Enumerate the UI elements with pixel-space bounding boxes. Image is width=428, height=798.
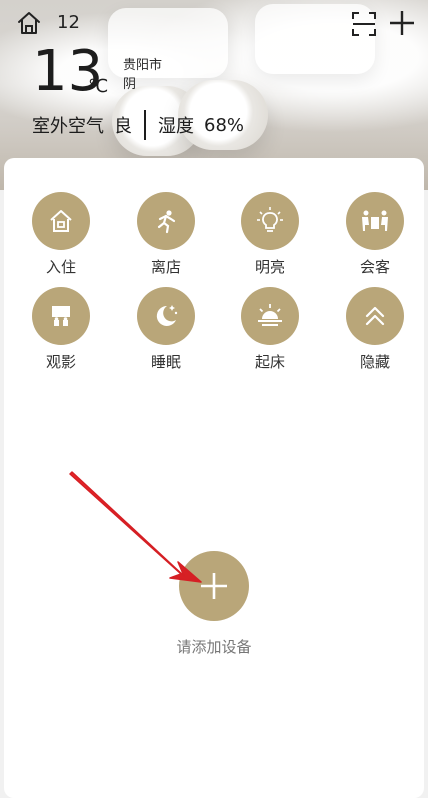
meeting-icon bbox=[362, 210, 388, 231]
cinema-icon bbox=[52, 306, 70, 326]
lightbulb-icon bbox=[257, 207, 283, 232]
chevron-up-double-icon bbox=[365, 306, 385, 326]
add-device-label: 请添加设备 bbox=[176, 638, 252, 656]
scene-label: 明亮 bbox=[254, 258, 285, 276]
moon-stars-icon bbox=[156, 305, 178, 326]
air-label: 室外空气 bbox=[32, 116, 104, 137]
divider bbox=[144, 110, 146, 140]
scene-sleep[interactable]: 睡眠 bbox=[126, 287, 206, 372]
temperature-unit: ℃ bbox=[88, 76, 109, 97]
scan-icon bbox=[352, 12, 376, 36]
scene-label: 入住 bbox=[45, 258, 76, 276]
home-button[interactable] bbox=[16, 10, 42, 36]
weather-condition: 阴 bbox=[123, 77, 137, 92]
scene-wakeup[interactable]: 起床 bbox=[230, 287, 310, 372]
home-icon bbox=[18, 12, 40, 34]
scene-meeting[interactable]: 会客 bbox=[335, 192, 415, 277]
add-button[interactable] bbox=[387, 8, 417, 38]
plus-icon bbox=[390, 11, 414, 35]
air-info-row: 室外空气 良 湿度 68% bbox=[32, 110, 244, 140]
humidity-value: 68% bbox=[204, 114, 245, 136]
air-quality-value: 良 bbox=[114, 116, 132, 137]
scene-label: 睡眠 bbox=[150, 353, 181, 371]
humidity-label: 湿度 bbox=[158, 116, 194, 137]
scene-label: 会客 bbox=[359, 258, 390, 276]
home-icon bbox=[50, 210, 72, 232]
scene-label: 起床 bbox=[254, 353, 285, 371]
city-name: 贵阳市 bbox=[123, 58, 163, 73]
scene-hide[interactable]: 隐藏 bbox=[335, 287, 415, 372]
scene-card: 入住 离店 明亮 会客 观影 睡眠 起床 隐藏 bbox=[4, 158, 424, 798]
scene-label: 离店 bbox=[150, 258, 181, 276]
scene-checkin[interactable]: 入住 bbox=[21, 192, 101, 277]
room-number: 12 bbox=[57, 12, 80, 33]
add-device-button[interactable] bbox=[179, 551, 249, 621]
plus-icon bbox=[201, 573, 227, 599]
scan-button[interactable] bbox=[350, 10, 378, 38]
scene-label: 观影 bbox=[45, 353, 76, 371]
scene-bright[interactable]: 明亮 bbox=[230, 192, 310, 277]
scene-cinema[interactable]: 观影 bbox=[21, 287, 101, 372]
sunrise-icon bbox=[258, 304, 282, 326]
running-person-icon bbox=[157, 210, 176, 234]
scene-label: 隐藏 bbox=[359, 353, 390, 371]
scene-checkout[interactable]: 离店 bbox=[126, 192, 206, 277]
